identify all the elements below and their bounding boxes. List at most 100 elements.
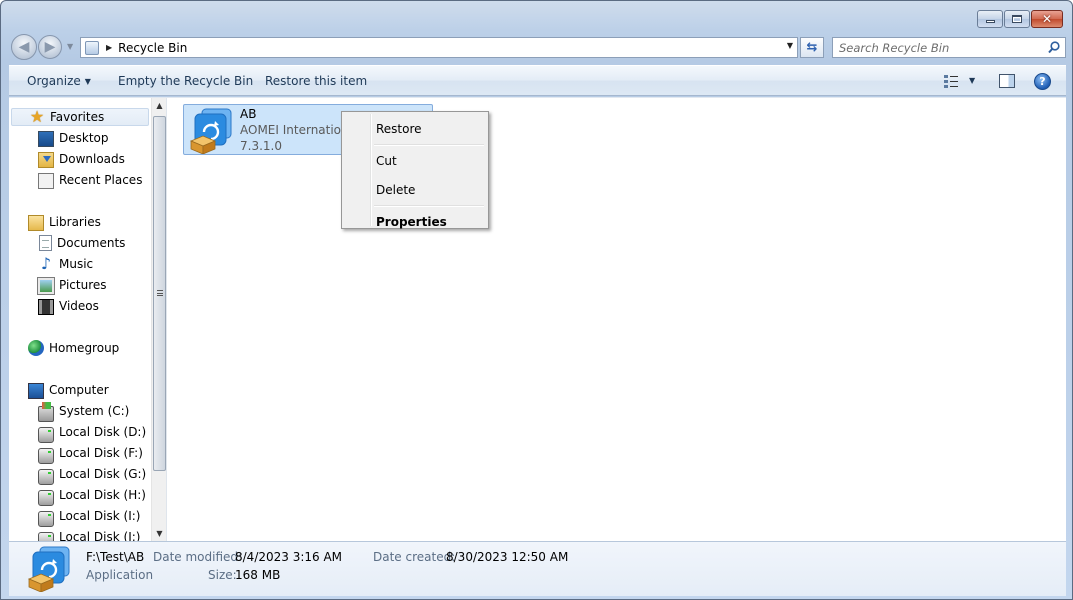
- details-pane: F:\Test\AB Application Date modified: 8/…: [9, 541, 1066, 596]
- file-name: AB: [240, 107, 257, 121]
- nav-label: Computer: [49, 383, 109, 397]
- maximize-button[interactable]: [1004, 10, 1030, 28]
- menu-separator: [374, 205, 484, 207]
- nav-label: Homegroup: [49, 341, 120, 355]
- nav-item-documents[interactable]: Documents: [38, 234, 125, 252]
- nav-item-computer[interactable]: Computer: [28, 381, 109, 399]
- nav-label: Local Disk (D:): [59, 425, 147, 439]
- preview-pane-icon[interactable]: [999, 74, 1015, 88]
- organize-button[interactable]: Organize ▼: [27, 74, 91, 88]
- context-menu-delete[interactable]: Delete: [344, 176, 486, 204]
- scrollbar-thumb[interactable]: [153, 116, 166, 471]
- nav-item-drive-c[interactable]: System (C:): [38, 401, 130, 422]
- nav-item-desktop[interactable]: Desktop: [38, 129, 109, 147]
- nav-label: Local Disk (F:): [59, 446, 143, 460]
- nav-item-drive-h[interactable]: Local Disk (H:): [38, 486, 146, 506]
- view-options-dropdown[interactable]: ▼: [969, 76, 975, 85]
- forward-arrow-icon: ▶: [44, 39, 56, 55]
- scroll-up-arrow-icon[interactable]: ▲: [152, 98, 167, 114]
- restore-item-button[interactable]: Restore this item: [265, 74, 367, 88]
- nav-label: Downloads: [59, 152, 125, 166]
- recent-places-icon: [38, 173, 54, 189]
- nav-item-downloads[interactable]: Downloads: [38, 150, 125, 168]
- nav-label: System (C:): [59, 404, 130, 418]
- nav-item-pictures[interactable]: Pictures: [37, 276, 107, 295]
- nav-item-favorites[interactable]: ★ Favorites: [11, 108, 149, 126]
- breadcrumb-chevron-icon[interactable]: ▶: [106, 43, 112, 52]
- address-bar[interactable]: ▶ Recycle Bin ▼: [80, 37, 798, 58]
- pictures-icon: [37, 277, 55, 295]
- search-icon: [1048, 41, 1060, 54]
- search-box[interactable]: [832, 37, 1066, 58]
- size-value: 168 MB: [235, 568, 281, 582]
- empty-recycle-bin-button[interactable]: Empty the Recycle Bin: [118, 74, 253, 88]
- refresh-button[interactable]: ⇆: [800, 37, 824, 58]
- nav-label: Music: [59, 257, 94, 271]
- breadcrumb-recycle-bin[interactable]: Recycle Bin: [118, 41, 187, 55]
- libraries-icon: [28, 214, 44, 231]
- computer-icon: [28, 382, 44, 399]
- nav-label: Videos: [59, 299, 99, 313]
- search-input[interactable]: [839, 40, 1049, 55]
- hard-disk-icon: [38, 468, 54, 485]
- nav-item-drive-j[interactable]: Local Disk (J:): [38, 528, 140, 542]
- context-menu-restore[interactable]: Restore: [344, 115, 486, 143]
- nav-item-homegroup[interactable]: Homegroup: [28, 339, 119, 357]
- nav-item-drive-i[interactable]: Local Disk (I:): [38, 507, 140, 527]
- change-view-icon[interactable]: [943, 74, 959, 88]
- navigation-pane: ★ Favorites Desktop Downloads Recent Pla…: [9, 98, 151, 542]
- organize-label: Organize: [27, 74, 81, 88]
- nav-item-drive-f[interactable]: Local Disk (F:): [38, 444, 143, 464]
- date-modified-label: Date modified:: [153, 550, 243, 564]
- nav-label: Local Disk (G:): [59, 467, 147, 481]
- refresh-icon: ⇆: [806, 40, 818, 55]
- nav-label: Favorites: [50, 110, 105, 124]
- downloads-icon: [38, 151, 54, 168]
- system-drive-icon: [38, 401, 54, 422]
- nav-item-videos[interactable]: Videos: [38, 297, 99, 315]
- nav-item-music[interactable]: ♪ Music: [38, 255, 93, 273]
- restore-window-icon: [1012, 15, 1022, 23]
- date-modified-value: 8/4/2023 3:16 AM: [235, 550, 343, 564]
- date-created-label: Date created:: [373, 550, 456, 564]
- details-path: F:\Test\AB: [86, 550, 145, 564]
- nav-item-drive-d[interactable]: Local Disk (D:): [38, 423, 147, 443]
- star-icon: ★: [29, 107, 45, 126]
- nav-label: Local Disk (H:): [59, 488, 146, 502]
- aomei-backupper-app-icon: [189, 108, 232, 154]
- nav-item-drive-g[interactable]: Local Disk (G:): [38, 465, 147, 485]
- hard-disk-icon: [38, 447, 54, 464]
- close-button[interactable]: ✕: [1031, 10, 1063, 28]
- context-menu-properties[interactable]: Properties: [344, 208, 486, 236]
- context-menu: Restore Cut Delete Properties: [341, 111, 489, 229]
- aomei-backupper-app-icon: [27, 546, 70, 592]
- nav-label: Desktop: [59, 131, 109, 145]
- hard-disk-icon: [38, 510, 54, 527]
- music-note-icon: ♪: [40, 254, 52, 273]
- forward-button[interactable]: ▶: [38, 35, 62, 59]
- help-icon[interactable]: ?: [1034, 73, 1051, 90]
- film-strip-icon: [38, 298, 54, 315]
- recent-pages-dropdown[interactable]: ▼: [67, 42, 73, 51]
- caption-buttons: ✕: [977, 10, 1063, 28]
- nav-item-recent-places[interactable]: Recent Places: [38, 171, 142, 189]
- context-menu-cut[interactable]: Cut: [344, 147, 486, 175]
- size-label: Size:: [208, 568, 237, 582]
- desktop-icon: [38, 130, 54, 147]
- address-history-dropdown[interactable]: ▼: [787, 41, 793, 50]
- nav-item-libraries[interactable]: Libraries: [28, 213, 101, 231]
- recycle-bin-icon: [85, 40, 99, 55]
- nav-pane-scrollbar[interactable]: ▲ ▼: [151, 98, 166, 542]
- hard-disk-icon: [38, 489, 54, 506]
- scroll-down-arrow-icon[interactable]: ▼: [152, 526, 167, 542]
- menu-separator: [374, 144, 484, 146]
- navigation-bar: ◀ ▶ ▼ ▶ Recycle Bin ▼ ⇆: [10, 34, 1066, 60]
- hard-disk-icon: [38, 426, 54, 443]
- back-button[interactable]: ◀: [11, 34, 37, 60]
- minimize-button[interactable]: [977, 10, 1003, 28]
- back-arrow-icon: ◀: [18, 39, 30, 55]
- date-created-value: 8/30/2023 12:50 AM: [446, 550, 569, 564]
- homegroup-icon: [28, 340, 44, 356]
- minimize-icon: [985, 20, 995, 23]
- file-version: 7.3.1.0: [240, 139, 282, 153]
